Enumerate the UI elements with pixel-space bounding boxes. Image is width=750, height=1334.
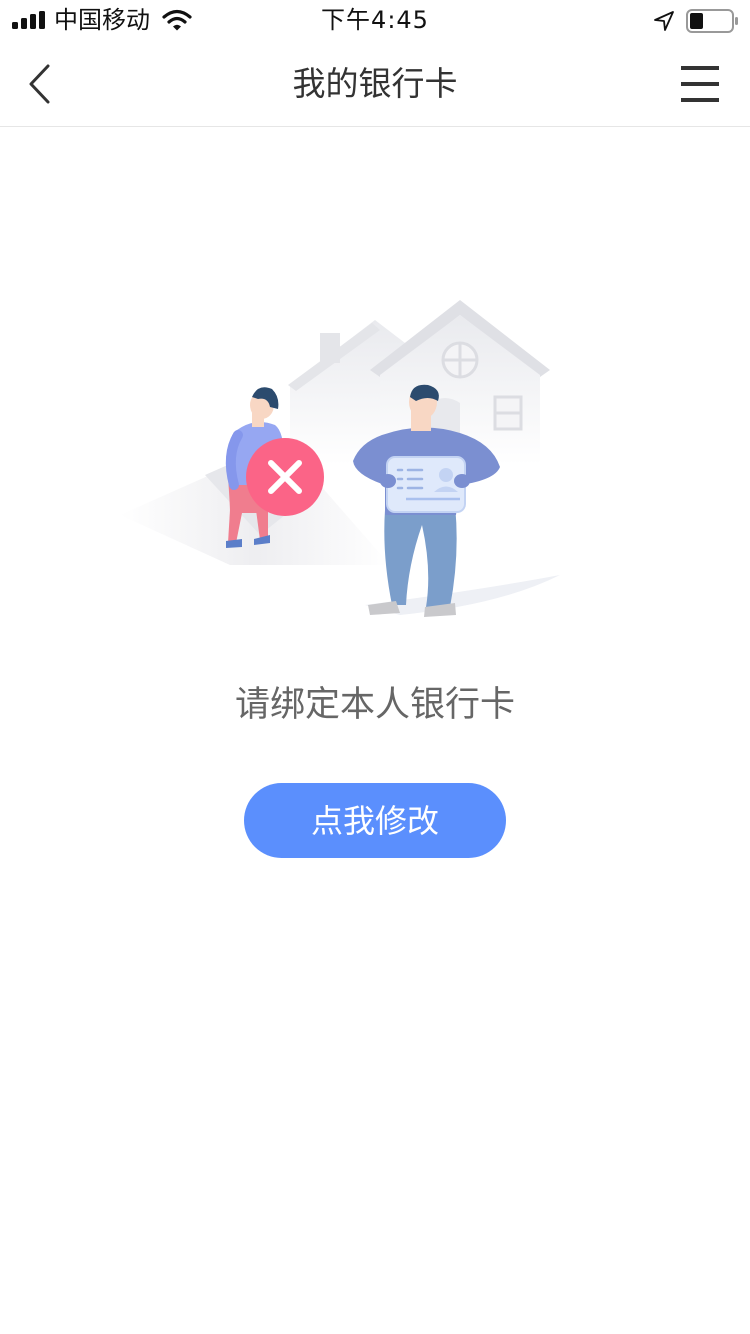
status-bar: 中国移动 下午4:45 [0,0,750,40]
ground-hills [120,453,560,615]
nav-bar: 我的银行卡 [0,40,750,127]
hamburger-menu-icon [681,66,719,102]
page-title: 我的银行卡 [292,64,458,103]
modify-button[interactable]: 点我修改 [244,783,506,858]
status-time: 下午4:45 [321,6,429,34]
bind-card-message: 请绑定本人银行卡 [234,685,515,725]
battery-icon [686,9,738,33]
menu-button[interactable] [676,64,724,104]
location-arrow-icon [654,11,674,31]
error-x-icon [246,438,324,516]
bank-card-not-bound-illustration [120,300,560,617]
